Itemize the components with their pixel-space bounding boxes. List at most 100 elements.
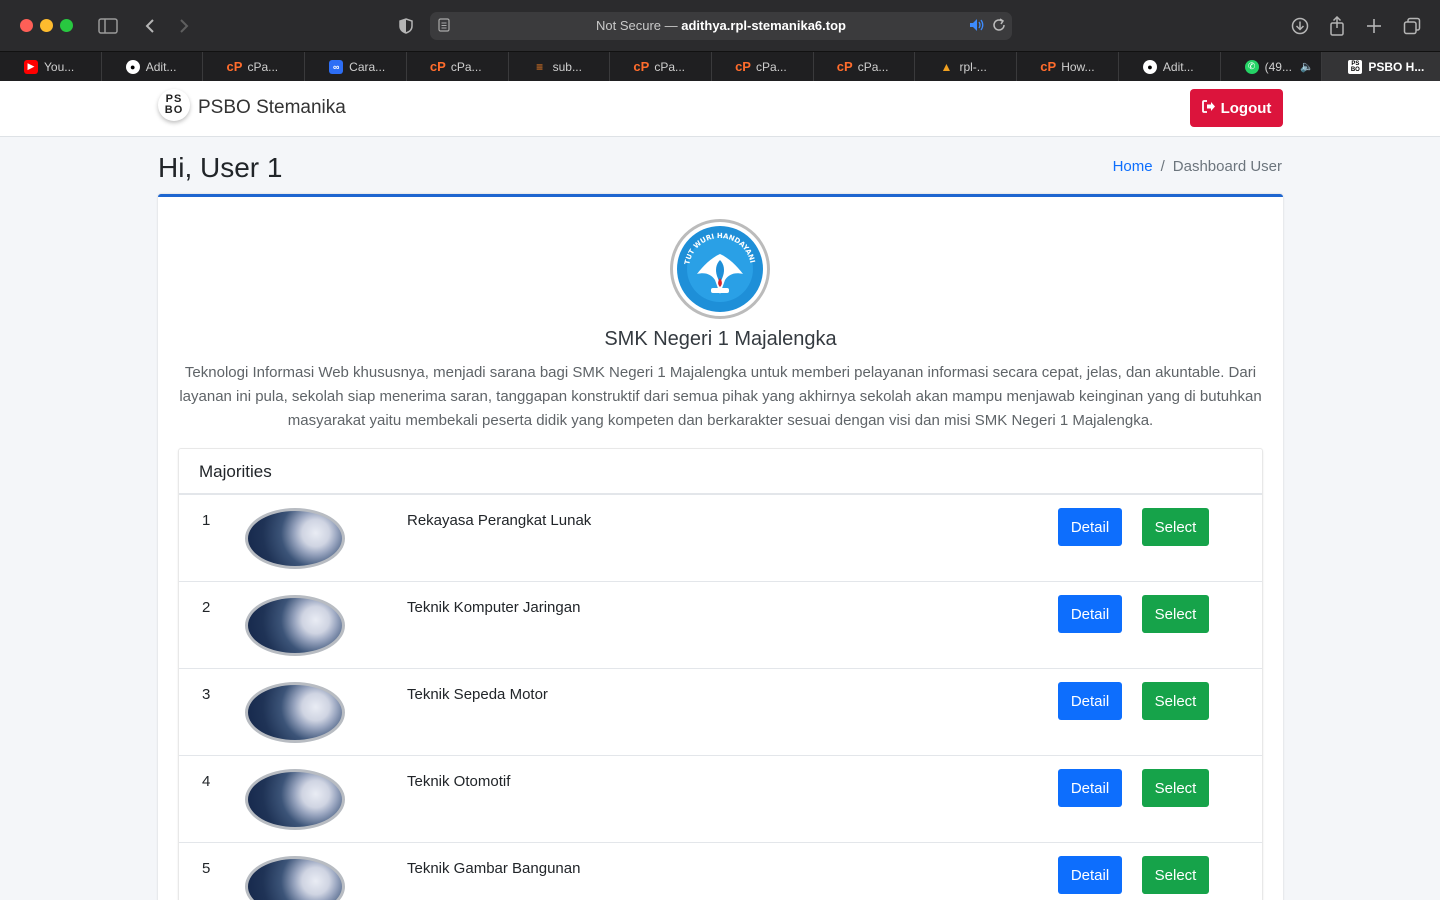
major-name: Rekayasa Perangkat Lunak (407, 512, 592, 529)
select-button[interactable]: Select (1142, 856, 1209, 894)
row-number: 4 (202, 773, 211, 790)
close-window-button[interactable] (20, 19, 33, 32)
select-button[interactable]: Select (1142, 508, 1209, 546)
sidebar-toggle-icon[interactable] (96, 14, 120, 38)
cpanel-icon: cP (633, 59, 650, 74)
breadcrumb-separator: / (1160, 158, 1165, 175)
cpanel-icon: cP (836, 59, 853, 74)
tab-label: (49... (1264, 59, 1292, 74)
detail-button[interactable]: Detail (1058, 856, 1122, 894)
row-number: 5 (202, 860, 211, 877)
select-button[interactable]: Select (1142, 769, 1209, 807)
table-row: 5 Teknik Gambar Bangunan Detail Select (179, 843, 1262, 900)
logout-label: Logout (1220, 99, 1272, 117)
breadcrumb: Home / Dashboard User (1113, 158, 1282, 175)
table-row: 3 Teknik Sepeda Motor Detail Select (179, 669, 1262, 756)
major-thumbnail (245, 856, 345, 900)
minimize-window-button[interactable] (40, 19, 53, 32)
major-thumbnail (245, 682, 345, 743)
cpanel-icon: cP (429, 59, 446, 74)
select-button[interactable]: Select (1142, 595, 1209, 633)
whatsapp-icon: ✆ (1244, 59, 1259, 74)
app-navbar: PS BO PSBO Stemanika Logout (0, 81, 1440, 137)
address-bar[interactable]: Not Secure — adithya.rpl-stemanika6.top (430, 12, 1012, 40)
page-title: Hi, User 1 (158, 152, 283, 183)
row-number: 2 (202, 599, 211, 616)
cpanel-icon: cP (1040, 59, 1057, 74)
school-logo: TUT WURI HANDAYANI (670, 219, 770, 319)
tab-label: rpl-... (959, 59, 987, 74)
tab-label: cPa... (654, 59, 685, 74)
school-description: Teknologi Informasi Web khususnya, menja… (179, 364, 1262, 429)
browser-toolbar: Not Secure — adithya.rpl-stemanika6.top (0, 0, 1440, 52)
psbo-icon: PS BO (1348, 59, 1363, 74)
tab-label: Cara... (349, 59, 386, 74)
tab-label: You... (44, 59, 75, 74)
school-card: TUT WURI HANDAYANI SMK Negeri 1 Majaleng… (158, 194, 1283, 900)
browser-tab[interactable]: ▲ rpl-... (915, 52, 1018, 81)
majorities-title: Majorities (179, 449, 1262, 495)
browser-tab[interactable]: cP cPa... (610, 52, 713, 81)
tab-bar: ▶ You... ● Adit... cP cPa... ∞ Cara... cP cPa… (0, 52, 1440, 81)
tab-label: cPa... (247, 59, 279, 74)
table-row: 4 Teknik Otomotif Detail Select (179, 756, 1262, 843)
share-icon[interactable] (1325, 14, 1349, 38)
detail-button[interactable]: Detail (1058, 682, 1122, 720)
school-name: SMK Negeri 1 Majalengka (604, 328, 837, 350)
row-number: 3 (202, 686, 211, 703)
meta-icon: ∞ (329, 59, 344, 74)
major-name: Teknik Otomotif (407, 773, 511, 790)
browser-tab[interactable]: cP cPa... (814, 52, 916, 81)
browser-tab[interactable]: cP cPa... (712, 52, 814, 81)
tab-label: cPa... (857, 59, 889, 74)
major-thumbnail (245, 595, 345, 656)
detail-button[interactable]: Detail (1058, 769, 1122, 807)
privacy-shield-icon[interactable] (394, 14, 418, 38)
youtube-icon: ▶ (24, 59, 38, 74)
table-row: 1 Rekayasa Perangkat Lunak Detail Select (179, 495, 1262, 582)
reload-icon[interactable] (992, 18, 1006, 37)
tab-label: PSBO H... (1368, 59, 1425, 74)
zoom-window-button[interactable] (60, 19, 73, 32)
speaker-icon[interactable]: 🔈 (1300, 60, 1314, 73)
back-icon[interactable] (138, 14, 162, 38)
browser-tab-active[interactable]: PS BO PSBO H... (1322, 52, 1440, 81)
detail-button[interactable]: Detail (1058, 508, 1122, 546)
select-button[interactable]: Select (1142, 682, 1209, 720)
browser-tab[interactable]: ● Adit... (102, 52, 204, 81)
browser-tab[interactable]: ∞ Cara... (305, 52, 407, 81)
tab-label: cPa... (450, 59, 482, 74)
table-row: 2 Teknik Komputer Jaringan Detail Select (179, 582, 1262, 669)
major-thumbnail (245, 508, 345, 569)
tab-label: Adit... (145, 59, 177, 74)
downloads-icon[interactable] (1288, 14, 1312, 38)
browser-tab[interactable]: ≡ sub... (509, 52, 611, 81)
breadcrumb-home-link[interactable]: Home (1113, 158, 1153, 175)
tab-label: sub... (552, 59, 582, 74)
browser-tab[interactable]: ✆ (49... 🔈 (1221, 52, 1323, 81)
tab-label: cPa... (756, 59, 787, 74)
tab-audio-icon[interactable] (969, 18, 985, 37)
github-icon: ● (1142, 59, 1157, 74)
tab-label: Adit... (1162, 59, 1194, 74)
tab-overview-icon[interactable] (1400, 14, 1424, 38)
brand-logo[interactable]: PS BO (158, 89, 190, 121)
url-text: Not Secure — adithya.rpl-stemanika6.top (430, 18, 1012, 33)
cpanel-icon: cP (226, 59, 243, 74)
major-name: Teknik Komputer Jaringan (407, 599, 581, 616)
url-security-label: Not Secure — (596, 18, 682, 33)
browser-tab[interactable]: ● Adit... (1119, 52, 1221, 81)
new-tab-icon[interactable] (1362, 14, 1386, 38)
detail-button[interactable]: Detail (1058, 595, 1122, 633)
major-thumbnail (245, 769, 345, 830)
stackoverflow-icon: ≡ (536, 59, 544, 74)
browser-tab[interactable]: ▶ You... (0, 52, 102, 81)
browser-tab[interactable]: cP cPa... (407, 52, 509, 81)
rpl-icon: ▲ (940, 59, 953, 74)
logout-button[interactable]: Logout (1190, 89, 1283, 127)
browser-tab[interactable]: cP cPa... (203, 52, 306, 81)
browser-tab[interactable]: cP How... (1017, 52, 1119, 81)
brand-name[interactable]: PSBO Stemanika (198, 97, 346, 119)
brand-logo-bottom: BO (164, 104, 184, 116)
forward-icon[interactable] (172, 14, 196, 38)
